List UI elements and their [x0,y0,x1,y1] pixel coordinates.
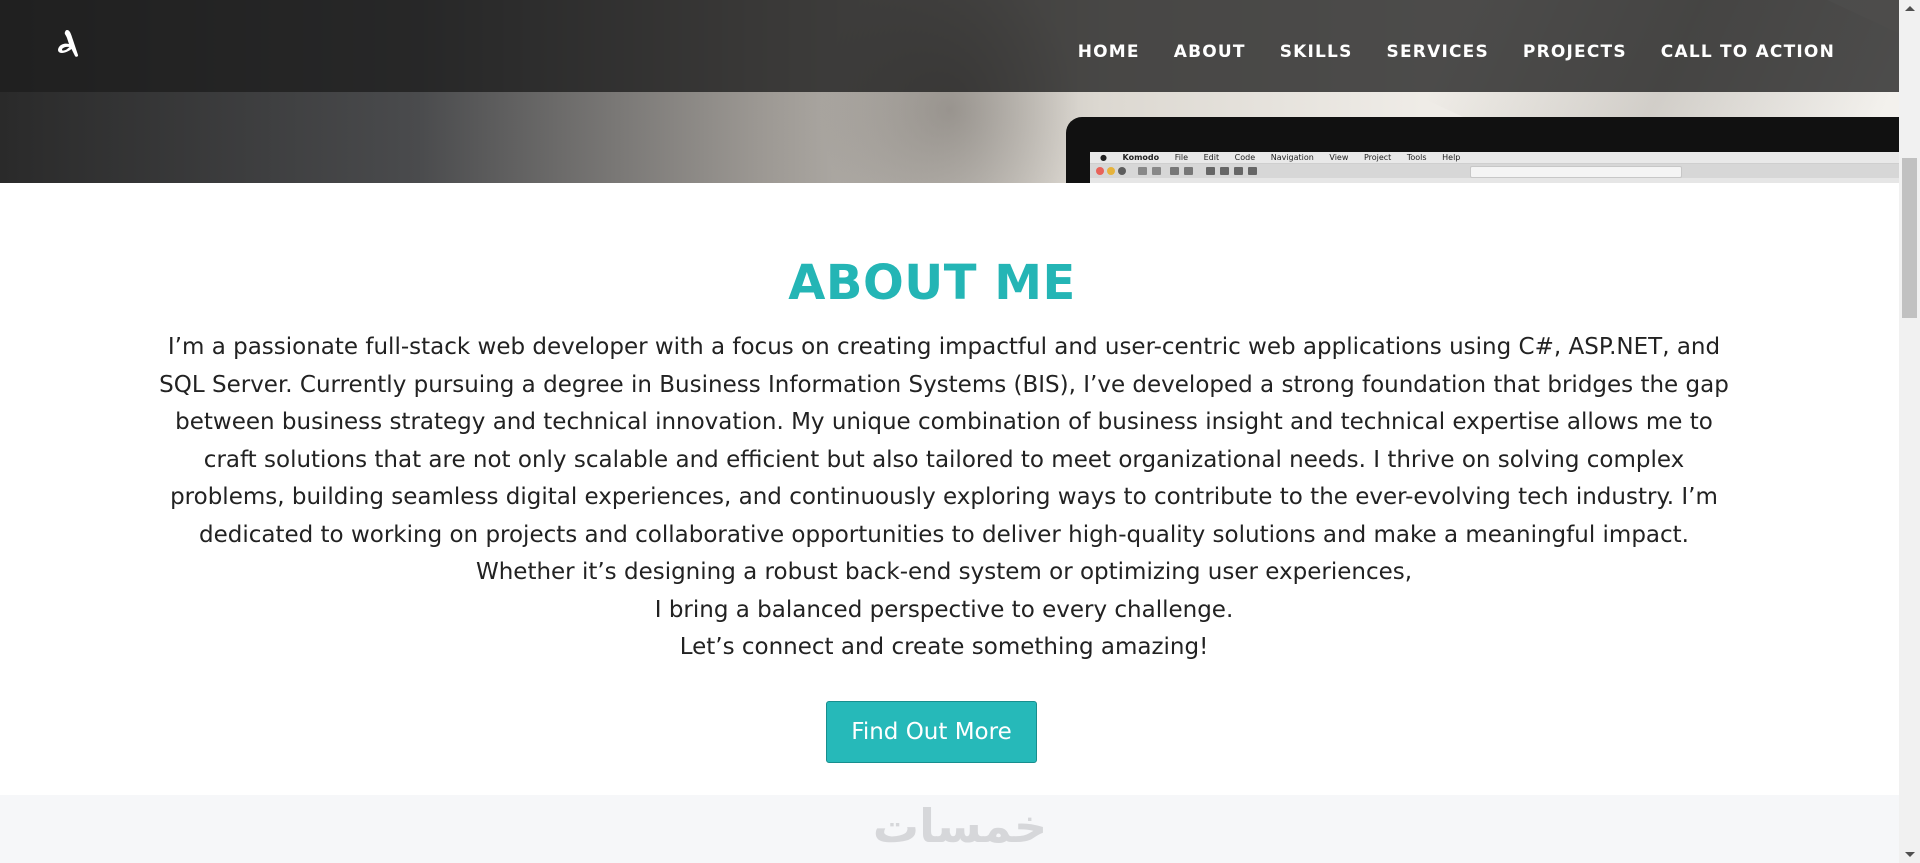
about-title: ABOUT ME [788,255,1076,311]
laptop-menu-item: Navigation [1270,153,1314,162]
logo-icon[interactable] [56,28,80,58]
back-icon [1138,167,1147,175]
navbar: HOME ABOUT SKILLS SERVICES PROJECTS CALL… [0,0,1899,92]
laptop-menu-item: File [1174,153,1189,162]
laptop-menu-item: Komodo [1122,153,1160,162]
folder-icon [1220,167,1229,175]
about-paragraph: I’m a passionate full-stack web develope… [159,334,1729,585]
nav-services[interactable]: SERVICES [1387,40,1489,64]
laptop-menu-item: Help [1442,153,1461,162]
laptop-screen: ● Komodo File Edit Code Navigation View … [1090,152,1899,183]
laptop-menu-item: View [1329,153,1349,162]
laptop-menu-item: Project [1363,153,1392,162]
hero-background: ● Komodo File Edit Code Navigation View … [0,0,1899,183]
scroll-up-arrow-icon[interactable] [1905,6,1915,11]
nav-about[interactable]: ABOUT [1174,40,1246,64]
laptop-menu-item: Code [1234,153,1256,162]
watermark-text: خمسات [873,802,1047,850]
window-maximize-icon [1118,167,1126,175]
apple-icon: ● [1100,153,1107,162]
laptop-toolbar [1090,164,1899,178]
nav-call-to-action[interactable]: CALL TO ACTION [1661,40,1835,64]
about-line: I bring a balanced perspective to every … [654,596,1234,623]
laptop-menu-item: Edit [1203,153,1220,162]
file-icon [1206,167,1215,175]
about-line: Let’s connect and create something amazi… [679,634,1209,660]
laptop-menu-item: Tools [1406,153,1427,162]
scrollbar-thumb[interactable] [1902,158,1917,318]
forward-icon [1152,167,1161,175]
nav-skills[interactable]: SKILLS [1280,40,1353,64]
laptop-menubar: ● Komodo File Edit Code Navigation View … [1090,152,1899,164]
scroll-down-arrow-icon[interactable] [1905,852,1915,857]
redo-icon [1184,167,1193,175]
about-section: ABOUT ME I’m a passionate full-stack web… [0,183,1899,795]
laptop-search-box [1470,166,1682,178]
vertical-scrollbar[interactable] [1899,0,1920,863]
nav-projects[interactable]: PROJECTS [1523,40,1627,64]
about-text: I’m a passionate full-stack web develope… [150,329,1738,667]
main-nav: HOME ABOUT SKILLS SERVICES PROJECTS CALL… [1078,40,1835,64]
window-minimize-icon [1107,167,1115,175]
window-close-icon [1096,167,1104,175]
save-icon [1234,167,1243,175]
settings-icon [1248,167,1257,175]
laptop-image: ● Komodo File Edit Code Navigation View … [1066,117,1899,183]
undo-icon [1170,167,1179,175]
nav-home[interactable]: HOME [1078,40,1140,64]
find-out-more-button[interactable]: Find Out More [826,701,1037,763]
page: ● Komodo File Edit Code Navigation View … [0,0,1899,863]
khamsat-watermark-logo: خمسات [873,802,1047,850]
